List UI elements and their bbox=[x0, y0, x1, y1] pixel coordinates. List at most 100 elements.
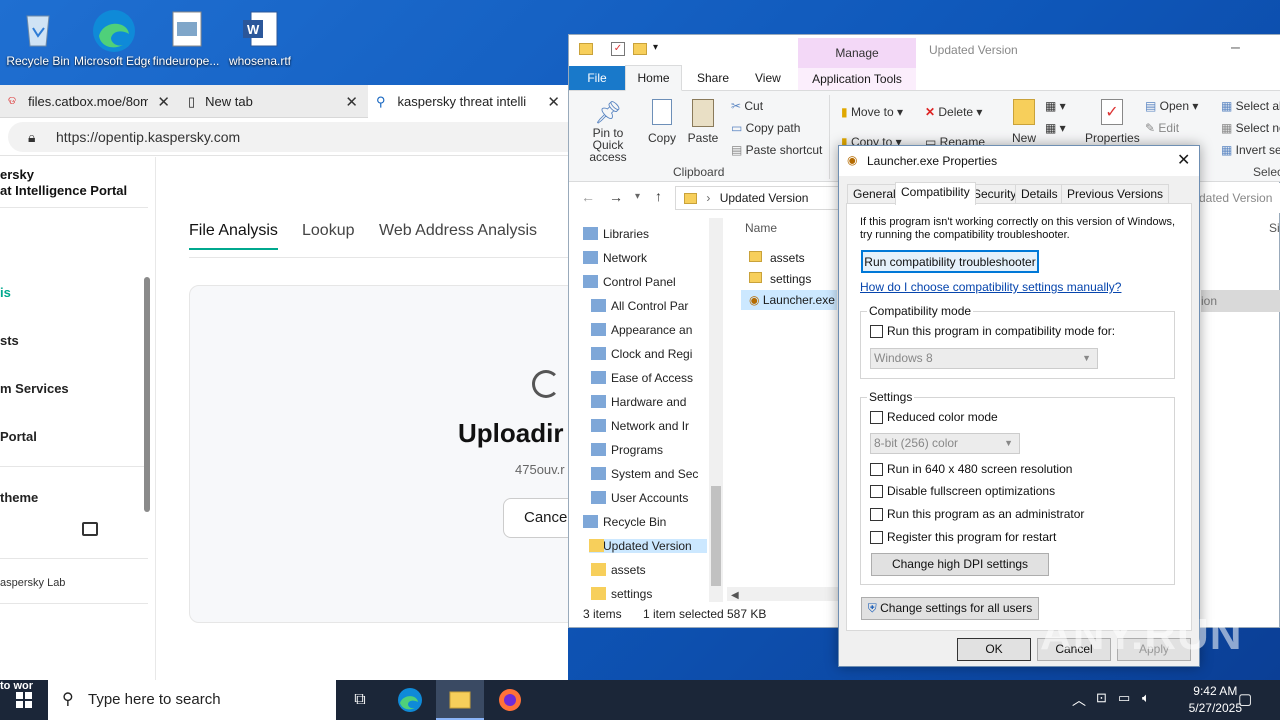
nav-item-portal[interactable]: Portal bbox=[0, 429, 37, 444]
tree-scrollbar[interactable] bbox=[709, 218, 723, 602]
tab-web-address-analysis[interactable]: Web Address Analysis bbox=[379, 222, 537, 240]
run-as-admin-checkbox[interactable]: Run this program as an administrator bbox=[870, 507, 1084, 521]
back-arrow-icon[interactable]: ← bbox=[581, 189, 595, 205]
recycle-bin-desktop-icon[interactable]: Recycle Bin bbox=[0, 0, 76, 76]
easy-access-icon[interactable]: ▦ ▾ bbox=[1045, 121, 1066, 135]
select-all-button[interactable]: ▦ Select al bbox=[1221, 99, 1280, 113]
minimize-icon[interactable]: – bbox=[1231, 39, 1240, 57]
up-arrow-icon[interactable]: ↑ bbox=[655, 188, 662, 204]
ok-button[interactable]: OK bbox=[957, 638, 1031, 661]
recent-locations-icon[interactable]: ▾ bbox=[635, 191, 640, 202]
file-explorer-taskbar-icon[interactable] bbox=[436, 680, 484, 720]
nav-item-premium-services[interactable]: m Services bbox=[0, 381, 69, 396]
tree-item[interactable]: assets bbox=[591, 563, 646, 577]
disable-fullscreen-checkbox[interactable]: Disable fullscreen optimizations bbox=[870, 484, 1055, 498]
new-folder-quick-icon[interactable] bbox=[633, 43, 647, 55]
properties-quick-icon[interactable]: ✓ bbox=[611, 42, 625, 56]
delete-button[interactable]: ✕ Delete ▾ bbox=[925, 105, 982, 119]
invert-selection-button[interactable]: ▦ Invert se bbox=[1221, 143, 1280, 157]
cut-button[interactable]: ✂ Cut bbox=[731, 99, 763, 113]
tab-compatibility[interactable]: Compatibility bbox=[895, 182, 976, 205]
tree-item[interactable]: System and Sec bbox=[591, 467, 698, 481]
tree-item[interactable]: All Control Par bbox=[591, 299, 688, 313]
manage-contextual-tab[interactable]: Manage bbox=[798, 38, 916, 68]
tab-details[interactable]: Details bbox=[1015, 184, 1064, 204]
nav-scrollbar[interactable] bbox=[144, 277, 150, 512]
close-tab-icon[interactable]: ✕ bbox=[547, 93, 560, 111]
res-640-checkbox[interactable]: Run in 640 x 480 screen resolution bbox=[870, 462, 1072, 476]
color-depth-select[interactable]: 8-bit (256) color ▼ bbox=[870, 433, 1020, 454]
firefox-taskbar-icon[interactable] bbox=[486, 680, 534, 720]
nav-item-requests[interactable]: sts bbox=[0, 333, 19, 348]
tree-item[interactable]: Appearance an bbox=[591, 323, 692, 337]
file-row-settings[interactable]: settings bbox=[749, 272, 811, 286]
paste-shortcut-button[interactable]: ▤ Paste shortcut bbox=[731, 143, 822, 157]
compat-os-select[interactable]: Windows 8 ▼ bbox=[870, 348, 1098, 369]
tab-share[interactable]: Share bbox=[697, 71, 729, 85]
scroll-left-icon[interactable]: ◀ bbox=[731, 590, 739, 601]
close-tab-icon[interactable]: ✕ bbox=[157, 93, 170, 111]
select-none-button[interactable]: ▦ Select no bbox=[1221, 121, 1280, 135]
tree-scrollbar-thumb[interactable] bbox=[711, 486, 721, 586]
tree-item[interactable]: Ease of Access bbox=[591, 371, 693, 385]
browser-tab-kaspersky[interactable]: ⚲ kaspersky threat intelli ✕ bbox=[368, 85, 568, 118]
tab-lookup[interactable]: Lookup bbox=[302, 222, 355, 240]
horizontal-scrollbar[interactable]: ◀ bbox=[727, 587, 839, 601]
file-row-launcher[interactable]: ◉ Launcher.exe bbox=[741, 290, 837, 310]
copy-button[interactable]: Copy bbox=[647, 99, 677, 145]
tree-item[interactable]: Network and Ir bbox=[591, 419, 689, 433]
copy-path-button[interactable]: ▭ Copy path bbox=[731, 121, 800, 135]
register-restart-checkbox[interactable]: Register this program for restart bbox=[870, 530, 1056, 544]
column-header-size[interactable]: Siz bbox=[1269, 221, 1280, 235]
browser-tab-catbox[interactable]: ଡ files.catbox.moe/8om ✕ bbox=[0, 85, 178, 118]
new-folder-button[interactable]: New bbox=[1009, 99, 1039, 145]
properties-button[interactable]: ✓ Properties bbox=[1085, 99, 1140, 145]
task-view-icon[interactable]: ⧉ bbox=[336, 680, 384, 720]
open-button[interactable]: ▤ Open ▾ bbox=[1145, 99, 1198, 113]
taskbar-search[interactable]: ⚲ Type here to search bbox=[48, 680, 336, 720]
column-header-name[interactable]: Name bbox=[745, 221, 777, 235]
show-hidden-icons-chevron[interactable]: ︿ bbox=[1072, 690, 1086, 710]
tab-home[interactable]: Home bbox=[625, 65, 682, 91]
change-all-users-button[interactable]: ⛨ Change settings for all users bbox=[861, 597, 1039, 620]
browser-tab-new[interactable]: ▯ New tab ✕ bbox=[180, 85, 366, 118]
tab-general[interactable]: General bbox=[847, 184, 902, 204]
system-clock[interactable]: 9:42 AM 5/27/2025 bbox=[1189, 683, 1242, 717]
selected-row-partial[interactable]: ion bbox=[1201, 290, 1280, 312]
tab-application-tools[interactable]: Application Tools bbox=[798, 68, 916, 90]
nav-item-analysis[interactable]: is bbox=[0, 285, 11, 300]
tab-file-analysis[interactable]: File Analysis bbox=[189, 222, 278, 250]
volume-icon[interactable]: 🔈︎ bbox=[1142, 690, 1150, 706]
change-dpi-button[interactable]: Change high DPI settings bbox=[871, 553, 1049, 576]
move-to-button[interactable]: ▮ Move to ▾ bbox=[841, 105, 903, 119]
tab-previous-versions[interactable]: Previous Versions bbox=[1061, 184, 1170, 204]
close-icon[interactable]: ✕ bbox=[1177, 150, 1190, 170]
run-troubleshooter-button[interactable]: Run compatibility troubleshooter bbox=[861, 250, 1039, 273]
edge-desktop-icon[interactable]: Microsoft Edge bbox=[74, 0, 150, 76]
tree-item[interactable]: Updated Version bbox=[589, 539, 707, 553]
manual-settings-link[interactable]: How do I choose compatibility settings m… bbox=[860, 280, 1121, 294]
notifications-icon[interactable]: ▢ bbox=[1238, 690, 1252, 708]
chat-icon[interactable] bbox=[82, 522, 98, 536]
edit-button[interactable]: ✎ Edit bbox=[1145, 121, 1179, 135]
url-field[interactable]: 🔒︎ https://opentip.kaspersky.com bbox=[8, 122, 628, 152]
edge-taskbar-icon[interactable] bbox=[386, 680, 434, 720]
pin-quick-access-button[interactable]: 📌︎ Pin to Quick access bbox=[577, 99, 639, 163]
compat-mode-checkbox[interactable]: Run this program in compatibility mode f… bbox=[870, 324, 1115, 338]
tree-item[interactable]: User Accounts bbox=[591, 491, 688, 505]
tab-view[interactable]: View bbox=[755, 71, 781, 85]
tree-item[interactable]: Programs bbox=[591, 443, 663, 457]
findeurope-desktop-icon[interactable]: findeurope... bbox=[148, 0, 224, 76]
tree-item[interactable]: Recycle Bin bbox=[583, 515, 666, 529]
paste-button[interactable]: Paste bbox=[687, 99, 719, 145]
quick-access-dropdown-icon[interactable]: ▾ bbox=[653, 42, 658, 53]
tab-file[interactable]: File bbox=[569, 66, 625, 90]
tree-item[interactable]: Clock and Regi bbox=[591, 347, 692, 361]
file-row-assets[interactable]: assets bbox=[749, 251, 805, 265]
reduced-color-checkbox[interactable]: Reduced color mode bbox=[870, 410, 998, 424]
whosena-desktop-icon[interactable]: W whosena.rtf bbox=[222, 0, 298, 76]
close-tab-icon[interactable]: ✕ bbox=[345, 93, 358, 111]
tree-item[interactable]: Control Panel bbox=[583, 275, 676, 289]
tree-item[interactable]: settings bbox=[591, 587, 652, 601]
tree-item[interactable]: Hardware and bbox=[591, 395, 686, 409]
